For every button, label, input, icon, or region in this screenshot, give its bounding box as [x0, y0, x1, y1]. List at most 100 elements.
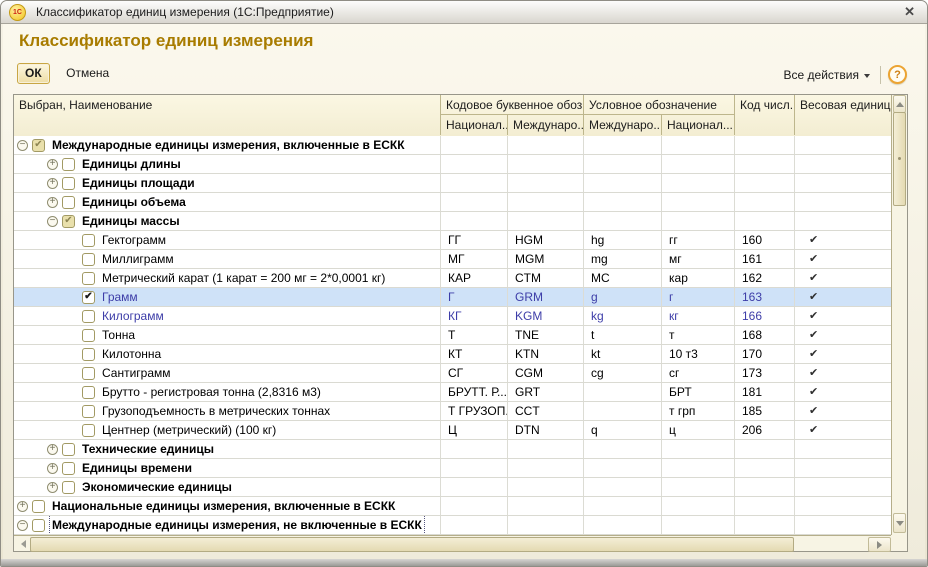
cancel-button[interactable]: Отмена: [60, 63, 115, 83]
cell-letter_int: MGM: [508, 250, 584, 268]
vertical-scroll-thumb[interactable]: [893, 112, 906, 206]
row-checkbox[interactable]: [62, 462, 75, 475]
table-row[interactable]: +Единицы времени: [14, 459, 891, 478]
expander-plus-icon[interactable]: +: [47, 463, 58, 474]
table-row[interactable]: КилотоннаКТKTNkt10 т3170✔: [14, 345, 891, 364]
toolbar-separator: [880, 66, 881, 84]
table-row[interactable]: −Международные единицы измерения, включе…: [14, 136, 891, 155]
table-row[interactable]: +Единицы длины: [14, 155, 891, 174]
cell-weight: [795, 516, 891, 534]
expander-plus-icon[interactable]: +: [47, 482, 58, 493]
row-checkbox[interactable]: [62, 481, 75, 494]
column-header-symbol-international[interactable]: Междунаро...: [584, 115, 662, 135]
table-row[interactable]: +Единицы площади: [14, 174, 891, 193]
cell-code: [735, 136, 795, 154]
row-checkbox[interactable]: [82, 291, 95, 304]
scroll-left-button[interactable]: [16, 537, 30, 550]
expander-minus-icon[interactable]: −: [17, 520, 28, 531]
row-checkbox[interactable]: [62, 196, 75, 209]
column-header-symbol-group[interactable]: Условное обозначение: [584, 95, 735, 115]
row-label: Килограмм: [100, 307, 166, 325]
close-icon[interactable]: ✕: [904, 4, 915, 20]
expander-plus-icon[interactable]: +: [17, 501, 28, 512]
window-bottom-edge: [1, 559, 927, 566]
table-row[interactable]: ГраммГGRMgг163✔: [14, 288, 891, 307]
title-bar: 1С Классификатор единиц измерения (1С:Пр…: [1, 1, 927, 24]
scroll-up-button[interactable]: [893, 95, 906, 113]
column-header-letter-code-group[interactable]: Кодовое буквенное обозн...: [441, 95, 584, 115]
table-row[interactable]: +Национальные единицы измерения, включен…: [14, 497, 891, 516]
cell-code: [735, 497, 795, 515]
table-row[interactable]: Метрический карат (1 карат = 200 мг = 2*…: [14, 269, 891, 288]
row-checkbox[interactable]: [62, 443, 75, 456]
cell-weight: ✔: [795, 307, 891, 325]
row-checkbox[interactable]: [62, 177, 75, 190]
cell-symbol_nat: [662, 459, 735, 477]
horizontal-scroll-thumb[interactable]: [30, 537, 794, 552]
expander-minus-icon[interactable]: −: [47, 216, 58, 227]
row-checkbox[interactable]: [82, 386, 95, 399]
column-header-name[interactable]: Выбран, Наименование: [14, 95, 441, 135]
row-checkbox[interactable]: [82, 310, 95, 323]
table-row[interactable]: Центнер (метрический) (100 кг)ЦDTNqц206✔: [14, 421, 891, 440]
cell-letter_int: KTN: [508, 345, 584, 363]
row-checkbox[interactable]: [82, 367, 95, 380]
row-checkbox[interactable]: [82, 405, 95, 418]
table-row[interactable]: − Международные единицы измерения, не вкл…: [14, 516, 891, 535]
scroll-down-button[interactable]: [893, 513, 906, 533]
cell-symbol_int: MC: [584, 269, 662, 287]
expander-plus-icon[interactable]: +: [47, 159, 58, 170]
help-button[interactable]: ?: [888, 65, 907, 84]
row-checkbox[interactable]: [82, 348, 95, 361]
expander-plus-icon[interactable]: +: [47, 197, 58, 208]
table-row[interactable]: −Единицы массы: [14, 212, 891, 231]
scroll-right-button[interactable]: [868, 537, 891, 552]
expander-minus-icon[interactable]: −: [17, 140, 28, 151]
cell-symbol_nat: БРТ: [662, 383, 735, 401]
table-row[interactable]: Грузоподъемность в метрических тоннахТ Г…: [14, 402, 891, 421]
table-row[interactable]: СантиграммСГCGMcgсг173✔: [14, 364, 891, 383]
table-row[interactable]: ТоннаТTNEtт168✔: [14, 326, 891, 345]
cell-code: [735, 155, 795, 173]
cell-letter_int: TNE: [508, 326, 584, 344]
table-row[interactable]: КилограммКГKGMkgкг166✔: [14, 307, 891, 326]
row-checkbox[interactable]: [62, 215, 75, 228]
row-checkbox[interactable]: [32, 139, 45, 152]
cell-symbol_nat: кг: [662, 307, 735, 325]
ok-button[interactable]: ОК: [17, 63, 50, 84]
all-actions-button[interactable]: Все действия: [780, 66, 874, 84]
table-row[interactable]: + Экономические единицы: [14, 478, 891, 497]
table-row[interactable]: + Технические единицы: [14, 440, 891, 459]
cell-symbol_nat: г: [662, 288, 735, 306]
cell-symbol_int: t: [584, 326, 662, 344]
row-label: Технические единицы: [80, 440, 216, 458]
row-checkbox[interactable]: [82, 253, 95, 266]
cell-code: [735, 193, 795, 211]
expander-plus-icon[interactable]: +: [47, 178, 58, 189]
cell-symbol_nat: мг: [662, 250, 735, 268]
table-row[interactable]: Брутто - регистровая тонна (2,8316 м3)БР…: [14, 383, 891, 402]
column-header-numeric-code[interactable]: Код числ...: [735, 95, 795, 135]
cell-symbol_nat: гг: [662, 231, 735, 249]
row-checkbox[interactable]: [82, 272, 95, 285]
row-checkbox[interactable]: [82, 234, 95, 247]
row-label: Международные единицы измерения, не вклю…: [50, 516, 424, 534]
table-row[interactable]: +Единицы объема: [14, 193, 891, 212]
row-checkbox[interactable]: [32, 519, 45, 532]
name-cell: Грамм: [14, 288, 441, 306]
column-header-letter-international[interactable]: Междунаро...: [508, 115, 584, 135]
table-row[interactable]: ГектограммГГHGMhgгг160✔: [14, 231, 891, 250]
table-row[interactable]: МиллиграммМГMGMmgмг161✔: [14, 250, 891, 269]
row-label: Экономические единицы: [80, 478, 234, 496]
name-cell: +Национальные единицы измерения, включен…: [14, 497, 441, 515]
row-checkbox[interactable]: [32, 500, 45, 513]
cell-code: 168: [735, 326, 795, 344]
column-header-weight-unit[interactable]: Весовая единица: [795, 95, 891, 135]
cell-letter_int: [508, 212, 584, 230]
column-header-letter-national[interactable]: Национал...: [441, 115, 508, 135]
expander-plus-icon[interactable]: +: [47, 444, 58, 455]
row-checkbox[interactable]: [82, 424, 95, 437]
column-header-symbol-national[interactable]: Национал...: [662, 115, 735, 135]
row-checkbox[interactable]: [62, 158, 75, 171]
row-checkbox[interactable]: [82, 329, 95, 342]
